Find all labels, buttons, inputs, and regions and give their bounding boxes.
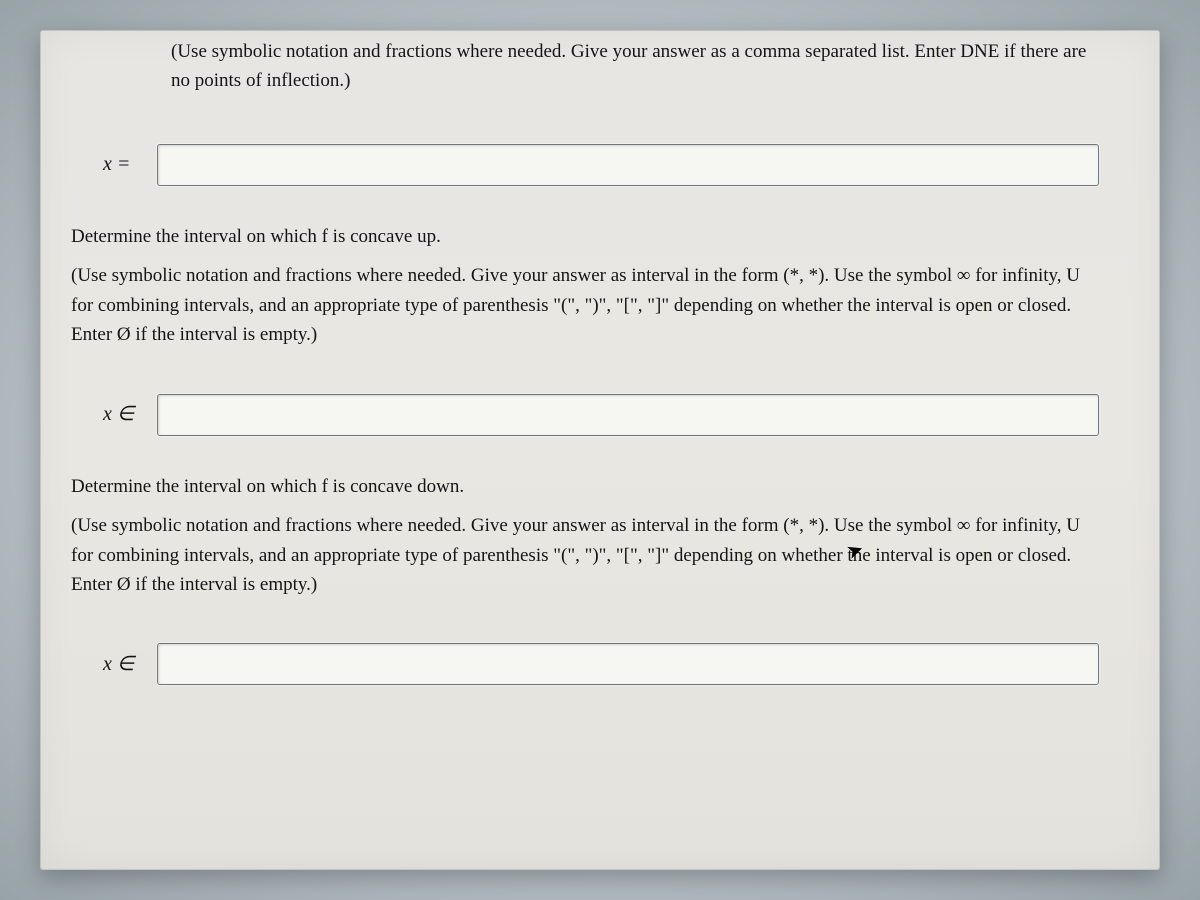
concave-up-answer-row: x ∈ [71,394,1099,436]
inflection-input[interactable] [157,144,1099,186]
inflection-answer-row: x = [71,144,1099,186]
concave-down-label: x ∈ [103,649,143,680]
concave-up-instruction: (Use symbolic notation and fractions whe… [71,261,1099,349]
question-sheet: (Use symbolic notation and fractions whe… [40,30,1160,870]
concave-down-input[interactable] [157,643,1099,685]
concave-down-section: Determine the interval on which f is con… [71,472,1099,686]
concave-up-label: x ∈ [103,399,143,430]
concave-down-answer-row: x ∈ [71,643,1099,685]
concave-down-heading: Determine the interval on which f is con… [71,472,1099,501]
concave-up-section: Determine the interval on which f is con… [71,222,1099,436]
inflection-instruction: (Use symbolic notation and fractions whe… [71,37,1099,96]
concave-up-heading: Determine the interval on which f is con… [71,222,1099,251]
concave-up-input[interactable] [157,394,1099,436]
concave-down-instruction: (Use symbolic notation and fractions whe… [71,511,1099,599]
inflection-label: x = [103,149,143,180]
